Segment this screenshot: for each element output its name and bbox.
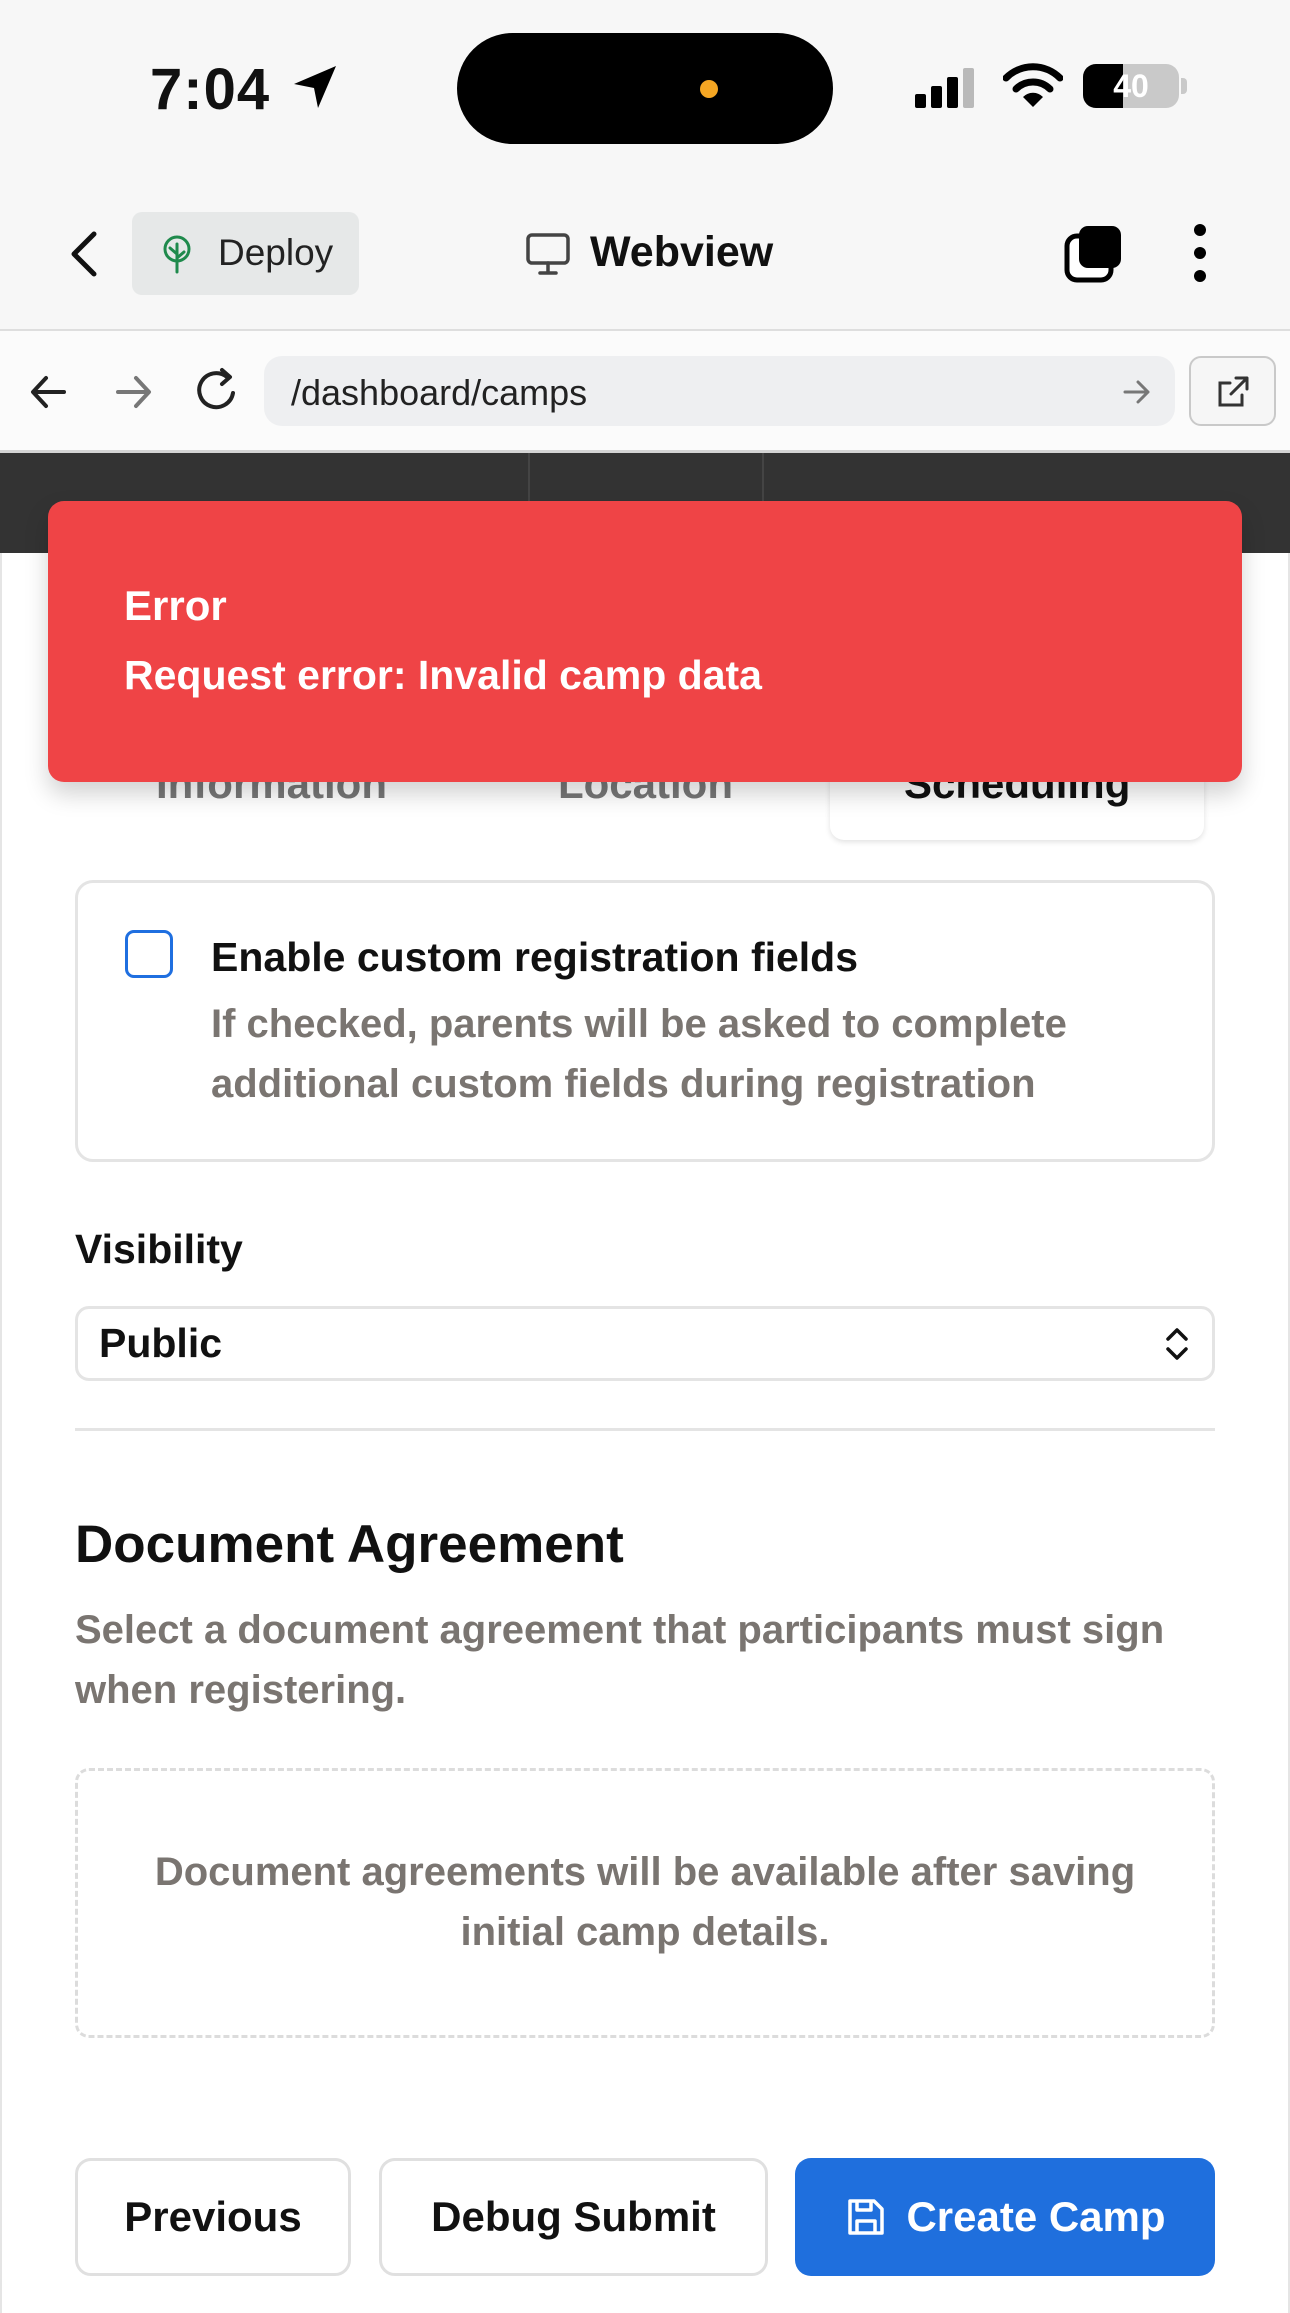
battery-percent: 40	[1113, 68, 1149, 104]
back-chevron-icon[interactable]	[64, 228, 104, 280]
external-link-icon	[1218, 376, 1249, 407]
previous-label: Previous	[124, 2193, 302, 2240]
error-toast[interactable]	[48, 501, 1242, 782]
tree-icon	[163, 235, 191, 274]
error-toast-title: Error	[124, 582, 227, 629]
document-agreement-description: Select a document agreement that partici…	[75, 1608, 1165, 1712]
visibility-value: Public	[99, 1320, 223, 1366]
wifi-icon	[1003, 63, 1063, 107]
privacy-indicator	[700, 80, 718, 98]
section-divider	[75, 1428, 1215, 1431]
url-text: /dashboard/camps	[291, 372, 588, 413]
debug-submit-button[interactable]: Debug Submit	[379, 2158, 768, 2276]
previous-button[interactable]: Previous	[75, 2158, 351, 2276]
document-agreement-title: Document Agreement	[75, 1515, 624, 1574]
custom-fields-description: If checked, parents will be asked to com…	[211, 1002, 1067, 1106]
save-icon	[848, 2199, 885, 2235]
custom-fields-title: Enable custom registration fields	[211, 934, 859, 980]
browser-forward-icon[interactable]	[112, 372, 154, 412]
deploy-label: Deploy	[218, 232, 334, 273]
create-camp-label: Create Camp	[906, 2193, 1166, 2240]
custom-fields-checkbox[interactable]	[125, 930, 173, 978]
reload-icon[interactable]	[193, 366, 241, 416]
go-arrow-icon[interactable]	[1122, 378, 1152, 406]
visibility-label: Visibility	[75, 1226, 243, 1272]
more-options-icon[interactable]	[1190, 222, 1210, 284]
status-time: 7:04	[150, 57, 271, 122]
webview-title: Webview	[590, 228, 774, 276]
error-toast-message: Request error: Invalid camp data	[124, 652, 762, 698]
chevron-up-down-icon	[1166, 1328, 1188, 1360]
tabs-icon[interactable]	[1063, 222, 1125, 284]
create-camp-button[interactable]: Create Camp	[795, 2158, 1215, 2276]
monitor-icon	[526, 233, 570, 275]
location-arrow-icon	[294, 66, 336, 108]
visibility-select[interactable]	[75, 1306, 1215, 1381]
document-agreement-placeholder-text: Document agreements will be available af…	[154, 1850, 1136, 1954]
cellular-signal-icon	[915, 68, 974, 108]
dynamic-island	[457, 33, 833, 144]
debug-submit-label: Debug Submit	[431, 2193, 716, 2240]
browser-back-icon[interactable]	[28, 372, 70, 412]
battery-cap	[1181, 78, 1187, 94]
